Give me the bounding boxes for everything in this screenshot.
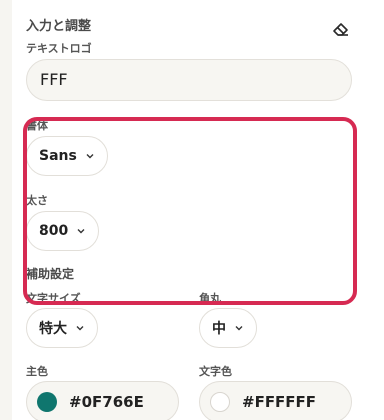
font-size-label: 文字サイズ (26, 292, 81, 305)
aux-settings-title: 補助設定 (26, 267, 75, 281)
text-logo-label: テキストロゴ (26, 42, 92, 55)
font-select[interactable]: Sans (26, 136, 108, 176)
font-size-select[interactable]: 特大 (26, 308, 98, 348)
main-color-value: #0F766E (69, 393, 144, 411)
corner-select-value: 中 (212, 321, 226, 337)
font-label: 書体 (26, 119, 48, 132)
text-color-picker[interactable]: #FFFFFF (199, 381, 352, 420)
section-title: 入力と調整 (26, 19, 92, 34)
text-color-value: #FFFFFF (242, 393, 317, 411)
weight-select[interactable]: 800 (26, 211, 100, 251)
main-color-swatch[interactable] (37, 392, 57, 412)
weight-select-value: 800 (39, 223, 69, 239)
main-color-picker[interactable]: #0F766E (26, 381, 179, 420)
chevron-down-icon (234, 323, 244, 333)
text-color-swatch[interactable] (210, 392, 230, 412)
text-color-label: 文字色 (199, 365, 232, 378)
weight-label: 太さ (26, 194, 48, 207)
eraser-icon[interactable] (331, 19, 351, 39)
chevron-down-icon (76, 226, 86, 236)
main-color-label: 主色 (26, 365, 48, 378)
text-logo-input[interactable]: FFF (26, 59, 352, 101)
corner-select[interactable]: 中 (199, 308, 257, 348)
corner-label: 角丸 (199, 292, 221, 305)
font-size-select-value: 特大 (39, 321, 67, 337)
chevron-down-icon (75, 323, 85, 333)
font-select-value: Sans (39, 148, 77, 164)
chevron-down-icon (85, 151, 95, 161)
